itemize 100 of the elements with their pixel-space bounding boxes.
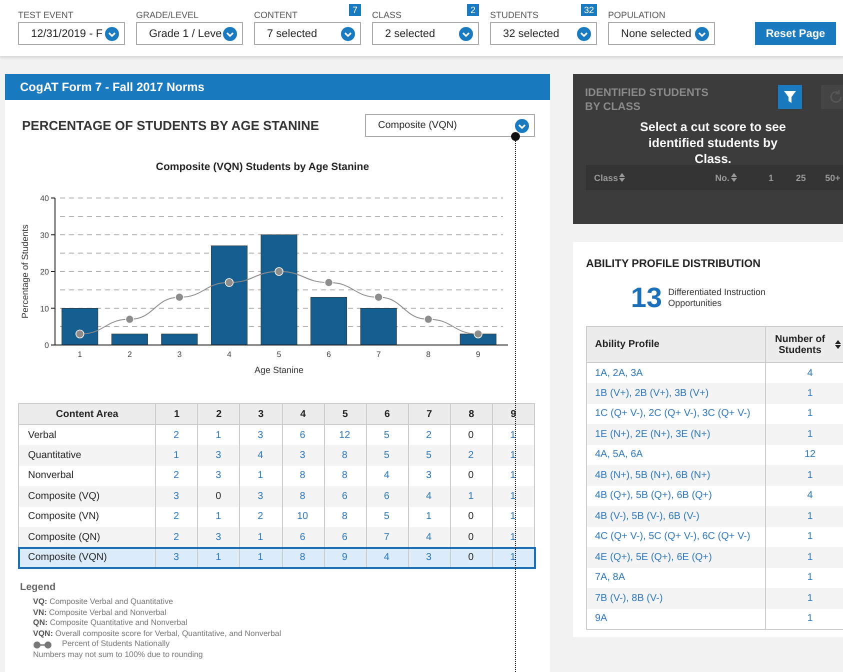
filter-label: GRADE/LEVEL <box>136 9 199 22</box>
column-header: 1 <box>768 172 774 182</box>
legend-title: Legend <box>20 582 57 593</box>
national-point <box>125 314 134 324</box>
cut-score-handle[interactable] <box>511 132 520 141</box>
count-link[interactable]: 4 <box>366 548 408 568</box>
count-label: Differentiated Instruction Opportunities <box>668 287 766 309</box>
chevron-down-icon <box>695 26 709 40</box>
table-row[interactable]: Nonverbal 2 3 1 8 8 4 3 0 1 <box>18 466 534 486</box>
count-link[interactable]: 1 <box>492 548 534 568</box>
chevron-down-icon <box>577 26 591 40</box>
column-header: 2 <box>198 404 240 424</box>
y-tick-label: 0 <box>44 341 49 350</box>
reset-page-button[interactable]: Reset Page <box>755 22 836 45</box>
bar[interactable] <box>62 308 98 346</box>
filter-dropdown[interactable]: 7 selected <box>254 22 361 45</box>
count-link[interactable]: 1 <box>240 548 282 568</box>
legend-item: VQN: Overall composite score for Verbal, Quantitative, and Nonverbal <box>33 628 282 640</box>
legend-note: Numbers may not sum to 100% due to rounding <box>33 650 204 661</box>
filter-dropdown[interactable]: 32 selected <box>490 22 597 45</box>
table-row[interactable]: Quantitative 1 3 4 3 8 5 5 2 1 <box>18 445 534 466</box>
chevron-down-icon <box>459 26 473 40</box>
count-badge: 32 <box>580 4 597 16</box>
filter-icon <box>784 91 796 103</box>
x-tick-label: 6 <box>326 350 331 359</box>
column-header: 1 <box>156 404 198 424</box>
column-header: 25 <box>796 172 806 182</box>
panel-header: CogAT Form 7 - Fall 2017 Norms <box>5 74 550 100</box>
filter-dropdown[interactable]: Grade 1 / Leve <box>136 22 243 45</box>
x-tick-label: 2 <box>127 350 132 359</box>
y-tick-label: 10 <box>40 304 49 314</box>
column-header: 50+ <box>825 172 840 182</box>
overlay-message: Select a cut score to see identified students by Class. <box>639 119 787 167</box>
table-cell: Composite (VQN) <box>18 548 156 568</box>
sort-icon <box>619 173 626 182</box>
filter-label: POPULATION <box>608 9 666 22</box>
profile-link[interactable]: 9A <box>586 608 766 629</box>
legend-item: Percent of Students Nationally <box>62 639 170 650</box>
column-header: Ability Profile <box>586 326 766 362</box>
chevron-down-icon <box>223 26 237 40</box>
sort-icon <box>835 340 842 349</box>
table-row[interactable]: Composite (VQN) 3 1 1 8 9 4 3 0 1 <box>18 548 534 568</box>
filter-dropdown[interactable]: 2 selected <box>372 22 479 45</box>
column-header: Content Area <box>18 404 156 424</box>
count-link[interactable]: 9 <box>324 548 366 568</box>
filter-dropdown[interactable]: 12/31/2019 - F <box>18 22 125 45</box>
x-axis-label: Age Stanine <box>254 365 304 375</box>
legend-item: VN: Composite Verbal and Nonverbal <box>33 608 168 618</box>
national-point <box>274 267 284 276</box>
column-header: 4 <box>282 404 324 424</box>
legend-item: QN: Composite Quantitative and Nonverbal <box>33 618 188 629</box>
x-tick-label: 1 <box>78 350 82 359</box>
x-tick-label: 4 <box>227 350 232 359</box>
national-point <box>374 292 383 302</box>
count-link[interactable]: 1 <box>198 548 240 568</box>
national-point <box>76 330 84 338</box>
y-tick-label: 40 <box>40 194 49 203</box>
chevron-down-icon <box>341 26 355 40</box>
y-axis-label: Percentage of Students <box>20 224 30 319</box>
table-row[interactable]: Composite (VN) 2 1 2 10 8 5 1 0 1 <box>18 506 534 527</box>
national-point <box>424 314 433 324</box>
opportunity-count: 13 <box>630 282 662 314</box>
filter-label: CONTENT <box>254 9 298 22</box>
column-header: Class <box>594 172 618 182</box>
sort-icon <box>730 173 737 182</box>
table-row[interactable]: Verbal 2 1 3 6 12 5 2 0 1 <box>18 424 534 445</box>
column-header: No. <box>715 172 730 182</box>
column-header: 8 <box>450 404 492 424</box>
y-tick-label: 20 <box>40 268 49 276</box>
legend-item: VQ: Composite Verbal and Quantitative <box>33 597 174 608</box>
chart-title: Composite (VQN) Students by Age Stanine <box>154 161 370 173</box>
count-link[interactable]: 1 <box>766 608 843 629</box>
count-link[interactable]: 3 <box>156 548 198 568</box>
x-tick-label: 5 <box>276 350 282 359</box>
national-point <box>175 292 184 302</box>
filter-dropdown[interactable]: None selected <box>608 22 715 45</box>
column-header[interactable]: Number of Students <box>766 326 843 362</box>
x-tick-label: 9 <box>476 350 480 359</box>
filter-label: CLASS <box>372 9 402 22</box>
table-row[interactable]: Composite (VQ) 3 0 3 8 6 6 4 1 1 <box>18 486 534 506</box>
bar[interactable] <box>310 296 348 346</box>
content-dropdown[interactable]: Composite (VQN) <box>365 114 535 137</box>
column-header: 6 <box>366 404 408 424</box>
count-link[interactable]: 8 <box>282 548 324 568</box>
national-point <box>224 278 234 287</box>
column-header: 7 <box>408 404 450 424</box>
national-point <box>474 330 482 338</box>
chevron-down-icon <box>105 26 119 40</box>
card-title: ABILITY PROFILE DISTRIBUTION <box>586 258 761 270</box>
y-tick-label: 30 <box>40 230 49 240</box>
filter-button[interactable] <box>778 85 802 109</box>
count-link[interactable]: 3 <box>408 548 450 568</box>
table-cell: 0 <box>450 548 492 568</box>
chevron-down-icon <box>515 118 529 132</box>
filter-label: STUDENTS <box>490 9 539 22</box>
card-title: IDENTIFIED STUDENTS BY CLASS <box>585 86 710 114</box>
table-row[interactable]: Composite (QN) 2 3 1 6 6 7 4 0 1 <box>18 527 534 548</box>
x-tick-label: 3 <box>177 350 182 359</box>
column-header: 5 <box>324 404 366 424</box>
section-title: PERCENTAGE OF STUDENTS BY AGE STANINE <box>22 118 320 133</box>
